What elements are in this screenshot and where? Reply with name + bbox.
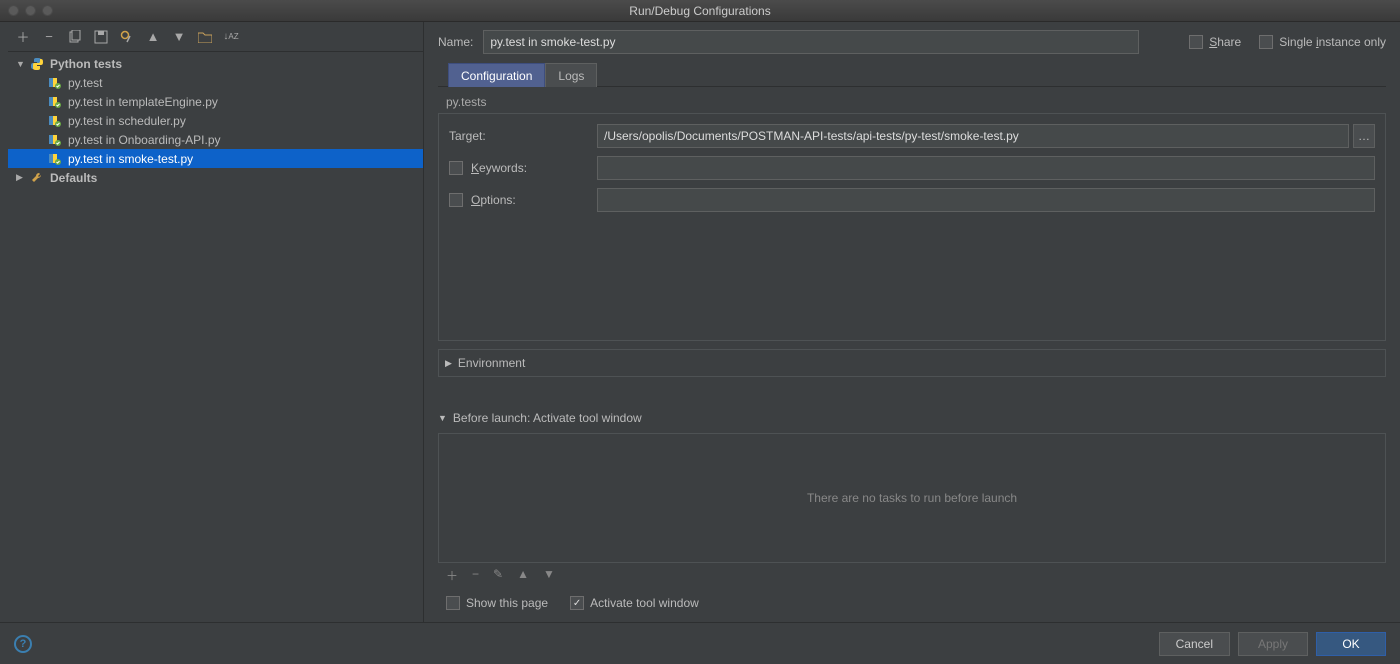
dialog-footer: ? Cancel Apply OK [0, 622, 1400, 664]
pytest-icon [48, 95, 62, 109]
activate-tool-checkbox[interactable]: ✓ [570, 596, 584, 610]
move-task-up-icon[interactable]: ▲ [517, 567, 529, 584]
before-launch-task-list: There are no tasks to run before launch [438, 433, 1386, 563]
wrench-icon [30, 171, 44, 185]
keywords-input[interactable] [597, 156, 1375, 180]
add-icon[interactable]: ＋ [16, 30, 30, 44]
name-input[interactable] [483, 30, 1139, 54]
name-label: Name: [438, 35, 473, 49]
config-item[interactable]: py.test in Onboarding-API.py [8, 130, 423, 149]
options-label: Options: [471, 193, 516, 207]
config-form: Target: … Keywords: Options: [438, 113, 1386, 341]
move-up-icon[interactable]: ▲ [146, 30, 160, 44]
pytest-icon [48, 133, 62, 147]
options-input[interactable] [597, 188, 1375, 212]
config-item-label: py.test [68, 76, 102, 90]
empty-tasks-label: There are no tasks to run before launch [807, 491, 1017, 505]
config-item-label: py.test in scheduler.py [68, 114, 186, 128]
single-instance-checkbox[interactable] [1259, 35, 1273, 49]
show-page-label: Show this page [466, 596, 548, 610]
target-input[interactable] [597, 124, 1349, 148]
config-item-label: py.test in Onboarding-API.py [68, 133, 221, 147]
tree-group-label: Python tests [50, 57, 122, 71]
activate-tool-label: Activate tool window [590, 596, 699, 610]
move-task-down-icon[interactable]: ▼ [543, 567, 555, 584]
environment-toggle[interactable]: ▶ Environment [439, 352, 525, 374]
show-page-checkbox[interactable] [446, 596, 460, 610]
config-item-selected[interactable]: py.test in smoke-test.py [8, 149, 423, 168]
apply-button[interactable]: Apply [1238, 632, 1308, 656]
section-title: py.tests [446, 95, 1386, 109]
config-item[interactable]: py.test [8, 73, 423, 92]
tab-configuration[interactable]: Configuration [448, 63, 545, 87]
settings-icon[interactable] [120, 30, 134, 44]
add-task-icon[interactable]: ＋ [446, 567, 458, 584]
tree-group-python-tests[interactable]: ▼ Python tests [8, 54, 423, 73]
sort-icon[interactable]: ↓AZ [224, 30, 238, 44]
ok-button[interactable]: OK [1316, 632, 1386, 656]
keywords-label: Keywords: [471, 161, 527, 175]
remove-icon[interactable]: − [42, 30, 56, 44]
remove-task-icon[interactable]: − [472, 567, 479, 584]
single-instance-label: Single instance only [1279, 35, 1386, 49]
config-item[interactable]: py.test in templateEngine.py [8, 92, 423, 111]
share-label: Share [1209, 35, 1241, 49]
chevron-down-icon: ▼ [438, 413, 447, 423]
config-item-label: py.test in templateEngine.py [68, 95, 218, 109]
config-item-label: py.test in smoke-test.py [68, 152, 193, 166]
keywords-checkbox[interactable] [449, 161, 463, 175]
titlebar: Run/Debug Configurations [0, 0, 1400, 22]
share-checkbox[interactable] [1189, 35, 1203, 49]
tree-group-defaults[interactable]: ▶ Defaults [8, 168, 423, 187]
browse-button[interactable]: … [1353, 124, 1375, 148]
environment-label: Environment [458, 356, 525, 370]
folder-icon[interactable] [198, 30, 212, 44]
tab-logs[interactable]: Logs [545, 63, 597, 87]
config-tree: ▼ Python tests py.test py.test in templa… [8, 52, 423, 622]
edit-task-icon[interactable]: ✎ [493, 567, 503, 584]
config-item[interactable]: py.test in scheduler.py [8, 111, 423, 130]
tabs: Configuration Logs [438, 62, 1386, 87]
move-down-icon[interactable]: ▼ [172, 30, 186, 44]
sidebar-toolbar: ＋ − ▲ ▼ ↓AZ [8, 22, 423, 52]
chevron-right-icon: ▶ [445, 358, 452, 369]
pytest-icon [48, 152, 62, 166]
pytest-icon [48, 76, 62, 90]
environment-panel: ▶ Environment [438, 349, 1386, 377]
task-toolbar: ＋ − ✎ ▲ ▼ [438, 563, 1386, 588]
help-icon[interactable]: ? [14, 635, 32, 653]
window-title: Run/Debug Configurations [0, 4, 1400, 18]
options-checkbox[interactable] [449, 193, 463, 207]
copy-icon[interactable] [68, 30, 82, 44]
save-icon[interactable] [94, 30, 108, 44]
before-launch-label: Before launch: Activate tool window [453, 411, 642, 425]
chevron-down-icon[interactable]: ▼ [16, 59, 26, 69]
before-launch-toggle[interactable]: ▼ Before launch: Activate tool window [438, 407, 1386, 429]
pytest-icon [48, 114, 62, 128]
cancel-button[interactable]: Cancel [1159, 632, 1230, 656]
chevron-right-icon[interactable]: ▶ [16, 172, 26, 183]
python-icon [30, 57, 44, 71]
left-gutter [0, 22, 8, 622]
tree-group-label: Defaults [50, 171, 97, 185]
target-label: Target: [449, 129, 589, 143]
